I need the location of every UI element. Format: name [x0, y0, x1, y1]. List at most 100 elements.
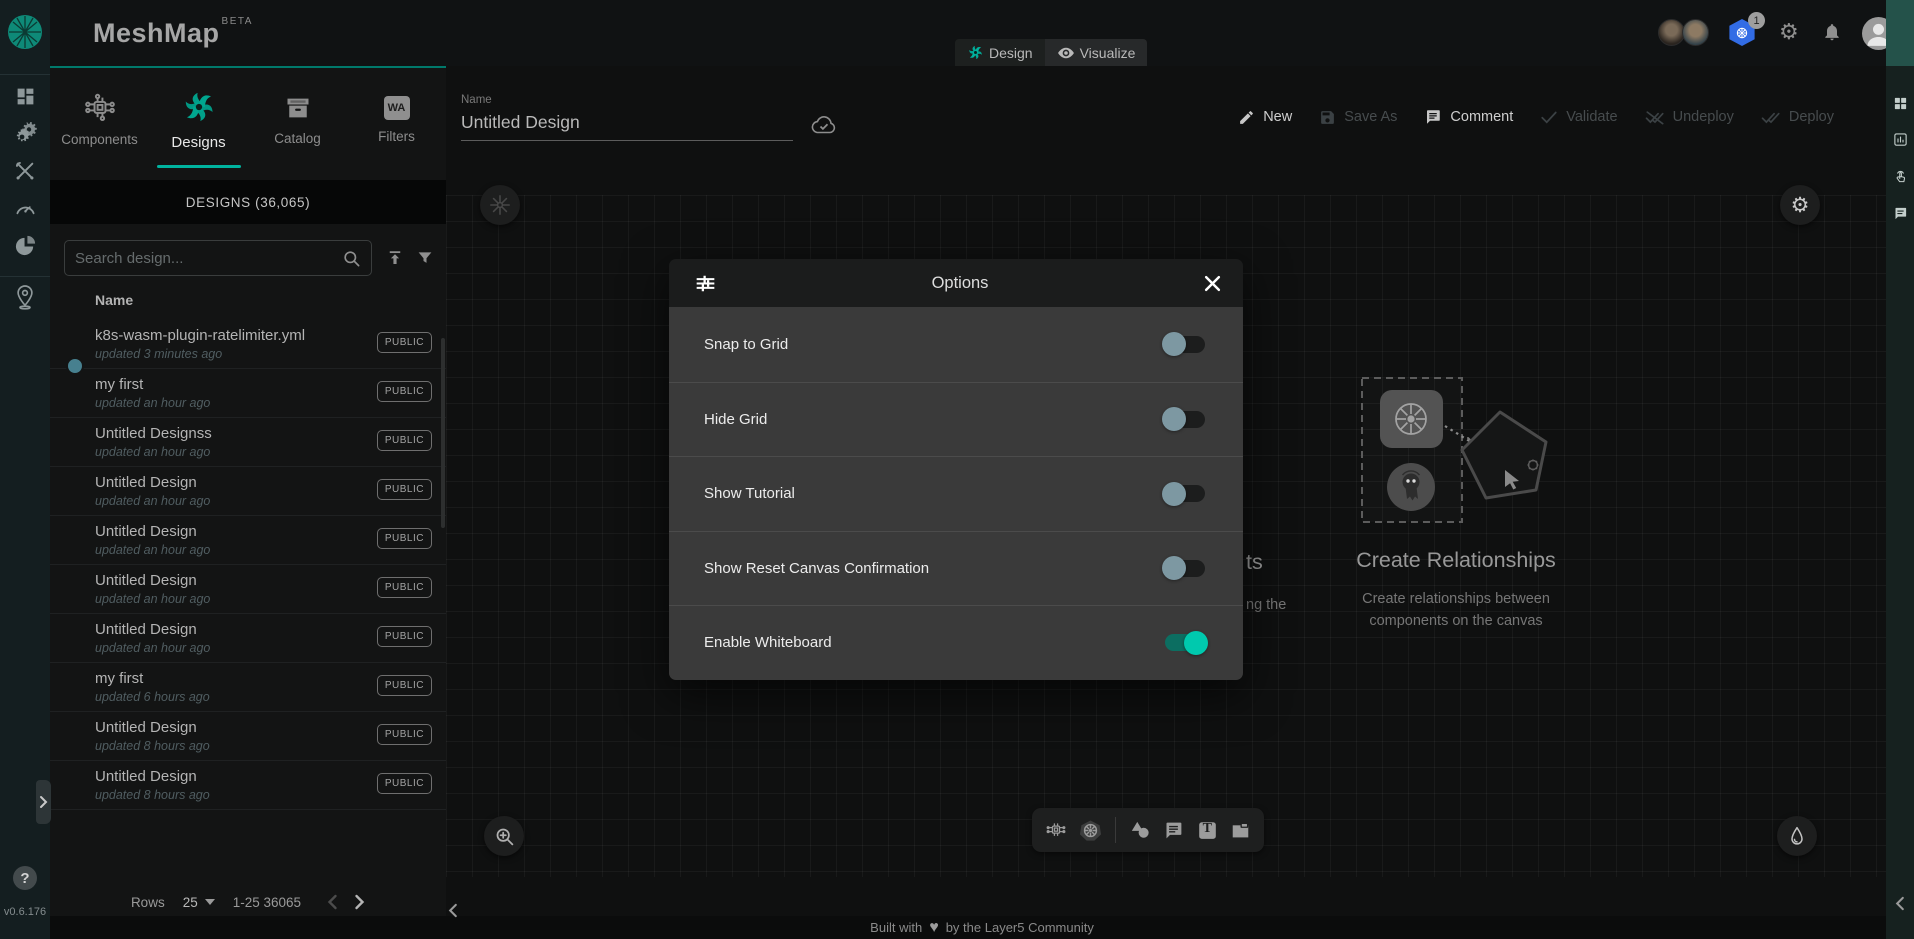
design-list-item[interactable]: Untitled Design updated 8 hours ago PUBL…	[50, 712, 446, 761]
visibility-badge[interactable]: PUBLIC	[377, 528, 432, 549]
save-as-button[interactable]: Save As	[1319, 109, 1397, 126]
design-list-item[interactable]: Untitled Designss updated an hour ago PU…	[50, 418, 446, 467]
canvas-drop-tool-button[interactable]	[1777, 816, 1817, 856]
design-list-item[interactable]: Untitled Design updated an hour ago PUBL…	[50, 516, 446, 565]
create-relationships-heading: Create Relationships	[1273, 548, 1639, 573]
option-label: Show Reset Canvas Confirmation	[704, 560, 929, 577]
design-name-input[interactable]	[461, 106, 793, 141]
add-component-icon[interactable]	[1045, 819, 1067, 841]
notifications-bell-icon[interactable]	[1822, 21, 1842, 43]
caret-down-icon	[205, 899, 215, 905]
page-size-select[interactable]: 25	[183, 895, 215, 910]
visibility-badge[interactable]: PUBLIC	[377, 577, 432, 598]
page-range: 1-25 36065	[233, 895, 301, 910]
toggle-knob	[1162, 556, 1186, 580]
toggle-switch[interactable]	[1165, 634, 1205, 651]
dashboard-icon[interactable]	[0, 86, 50, 107]
next-page-icon[interactable]	[354, 894, 365, 910]
design-list-item[interactable]: my first updated 6 hours ago PUBLIC	[50, 663, 446, 712]
deploy-button[interactable]: Deploy	[1761, 109, 1834, 126]
expand-rail-handle[interactable]	[36, 780, 51, 824]
column-header-name: Name	[95, 292, 133, 308]
search-input[interactable]	[75, 250, 334, 267]
new-button[interactable]: New	[1238, 109, 1292, 126]
design-list-item[interactable]: Untitled Design updated an hour ago PUBL…	[50, 565, 446, 614]
filter-funnel-icon[interactable]	[416, 249, 434, 267]
left-icon-rail: ? v0.6.176	[0, 0, 50, 939]
check-icon	[1540, 109, 1558, 125]
visibility-badge[interactable]: PUBLIC	[377, 381, 432, 402]
import-design-icon[interactable]	[386, 249, 404, 267]
toggle-knob	[1184, 631, 1208, 655]
visibility-badge[interactable]: PUBLIC	[377, 626, 432, 647]
design-list-item[interactable]: Untitled Design updated an hour ago PUBL…	[50, 467, 446, 516]
extensions-icon[interactable]	[0, 234, 50, 257]
text-tool-icon[interactable]: T	[1197, 820, 1218, 841]
visibility-badge[interactable]: PUBLIC	[377, 430, 432, 451]
shapes-tool-icon[interactable]	[1129, 820, 1151, 840]
canvas-settings-button[interactable]: ⚙	[1780, 185, 1820, 225]
tab-components[interactable]: Components	[50, 68, 149, 172]
visibility-badge[interactable]: PUBLIC	[377, 724, 432, 745]
occluded-subtitle-fragment: ng the	[1246, 597, 1286, 613]
design-list-item[interactable]: Untitled Design updated an hour ago PUBL…	[50, 614, 446, 663]
search-box[interactable]	[64, 240, 372, 276]
comment-button[interactable]: Comment	[1424, 108, 1513, 126]
toggle-switch[interactable]	[1165, 336, 1205, 353]
meshmap-app: ? v0.6.176 MeshMapBETA Design	[0, 0, 1914, 939]
options-modal: Options Snap to Grid Hide Grid Show Tuto…	[669, 259, 1243, 680]
collaborator-avatar[interactable]	[1682, 19, 1709, 46]
catalog-archive-icon	[283, 94, 313, 122]
visibility-badge[interactable]: PUBLIC	[377, 773, 432, 794]
meshmap-pin-icon[interactable]	[0, 284, 50, 310]
toggle-switch[interactable]	[1165, 560, 1205, 577]
toggle-switch[interactable]	[1165, 411, 1205, 428]
comment-tool-icon[interactable]	[1163, 820, 1184, 841]
prev-page-icon[interactable]	[327, 894, 338, 910]
comment-bubble-icon	[1424, 108, 1442, 126]
validate-button[interactable]: Validate	[1540, 109, 1617, 125]
canvas-snowflake-button[interactable]	[480, 185, 520, 225]
design-canvas[interactable]: Name New Save As Comment	[446, 66, 1886, 916]
option-row: Show Reset Canvas Confirmation	[669, 531, 1243, 606]
designs-spiral-icon	[181, 89, 217, 125]
collaborator-avatar[interactable]	[1658, 19, 1685, 46]
design-list-item[interactable]: Untitled Design updated 8 hours ago PUBL…	[50, 761, 446, 810]
performance-gauge-icon[interactable]	[0, 198, 50, 221]
touch-gesture-icon[interactable]	[1886, 168, 1914, 184]
pagination: Rows 25 1-25 36065	[50, 886, 446, 918]
list-actions	[386, 249, 434, 267]
visibility-badge[interactable]: PUBLIC	[377, 675, 432, 696]
kubernetes-icon[interactable]	[1079, 819, 1102, 842]
tab-catalog[interactable]: Catalog	[248, 68, 347, 172]
visibility-badge[interactable]: PUBLIC	[377, 332, 432, 353]
occluded-heading-fragment: ts	[1246, 550, 1263, 575]
design-list-item[interactable]: my first updated an hour ago PUBLIC	[50, 369, 446, 418]
settings-gear-icon[interactable]: ⚙	[1779, 21, 1799, 43]
configuration-tools-icon[interactable]	[0, 160, 50, 182]
collapse-right-panel-icon[interactable]	[1886, 896, 1914, 911]
designs-panel: Components Designs Catalog	[50, 66, 446, 916]
tab-designs[interactable]: Designs	[149, 68, 248, 172]
option-row: Enable Whiteboard	[669, 605, 1243, 680]
lifecycle-gears-icon[interactable]	[0, 122, 50, 146]
toggle-knob	[1162, 332, 1186, 356]
help-button[interactable]: ?	[13, 866, 37, 890]
design-toolbar: New Save As Comment Validate Und	[1238, 108, 1834, 126]
analytics-chart-icon[interactable]	[1886, 132, 1914, 147]
zoom-in-button[interactable]	[484, 816, 524, 856]
comments-panel-icon[interactable]	[1886, 206, 1914, 221]
create-relationships-subtitle: Create relationships between components …	[1273, 588, 1639, 633]
design-list-item[interactable]: k8s-wasm-plugin-ratelimiter.yml updated …	[50, 320, 446, 369]
panel-scrollbar[interactable]	[441, 338, 445, 528]
widgets-grid-icon[interactable]	[1886, 96, 1914, 111]
toggle-switch[interactable]	[1165, 485, 1205, 502]
search-icon[interactable]	[342, 249, 361, 268]
close-icon[interactable]	[1204, 275, 1221, 292]
visibility-badge[interactable]: PUBLIC	[377, 479, 432, 500]
collapse-bottom-panel-icon[interactable]	[448, 903, 458, 918]
undeploy-button[interactable]: Undeploy	[1645, 109, 1734, 126]
media-tool-icon[interactable]	[1230, 821, 1251, 840]
layer5-logo-icon[interactable]	[7, 14, 43, 50]
tab-filters[interactable]: WA Filters	[347, 68, 446, 172]
